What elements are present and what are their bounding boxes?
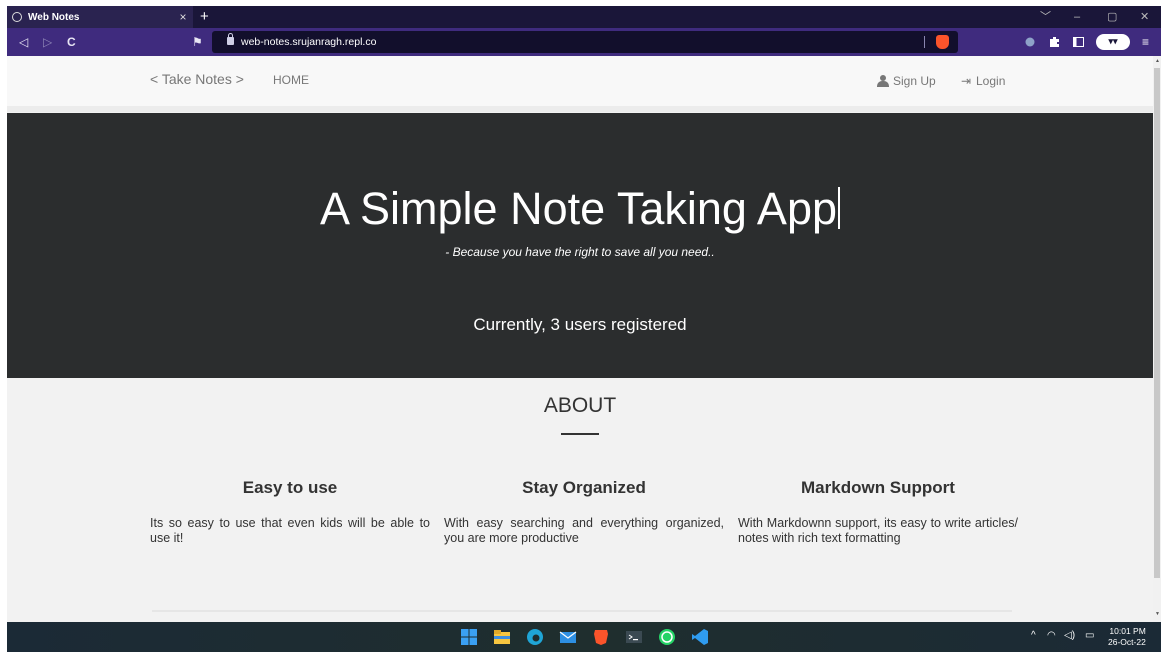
signup-label: Sign Up	[893, 74, 936, 88]
scroll-thumb[interactable]	[1154, 68, 1160, 578]
brave-shields-icon[interactable]	[936, 35, 949, 49]
sidebar-icon[interactable]	[1073, 28, 1084, 56]
close-window-button[interactable]: ✕	[1140, 6, 1149, 28]
file-explorer-icon[interactable]	[493, 628, 511, 646]
battery-icon[interactable]: ▭	[1085, 630, 1094, 641]
about-divider	[561, 433, 599, 435]
private-glasses-icon[interactable]: ▾▾	[1096, 34, 1130, 50]
hero-title-text: A Simple Note Taking App	[320, 183, 837, 234]
whatsapp-icon[interactable]	[658, 628, 676, 646]
login-icon: ⇥	[961, 74, 972, 88]
extension-icon[interactable]	[1025, 28, 1035, 56]
browser-tab-bar: Web Notes × + ﹀ – ▢ ✕	[7, 6, 1161, 28]
tray-chevron-icon[interactable]: ^	[1031, 630, 1036, 641]
scroll-up-icon[interactable]: ▲	[1155, 58, 1160, 64]
edge-icon[interactable]	[526, 628, 544, 646]
address-bar[interactable]: web-notes.srujanragh.repl.co	[212, 31, 958, 53]
terminal-icon[interactable]	[625, 628, 643, 646]
tab-close-icon[interactable]: ×	[173, 6, 193, 28]
tab-search-chevron-icon[interactable]: ﹀	[1040, 6, 1051, 28]
windows-start-icon[interactable]	[460, 628, 478, 646]
screen: Web Notes × + ﹀ – ▢ ✕ ◁ ▷ C ⚑ web-notes.…	[7, 6, 1161, 652]
feature-title: Easy to use	[242, 478, 338, 497]
mail-icon[interactable]	[559, 628, 577, 646]
home-link[interactable]: HOME	[273, 73, 309, 87]
brave-browser-icon[interactable]	[592, 628, 610, 646]
back-button[interactable]: ◁	[19, 28, 28, 56]
restore-button[interactable]: ▢	[1107, 6, 1117, 28]
login-label: Login	[976, 74, 1006, 88]
login-link[interactable]: ⇥ Login	[961, 74, 1005, 88]
user-icon	[877, 75, 889, 87]
hero-title: A Simple Note Taking App	[7, 183, 1153, 235]
vscode-icon[interactable]	[691, 628, 709, 646]
browser-tab[interactable]: Web Notes ×	[7, 6, 193, 28]
signup-link[interactable]: Sign Up	[877, 74, 936, 88]
volume-icon[interactable]: ◁)	[1064, 630, 1075, 641]
minimize-button[interactable]: –	[1074, 6, 1080, 28]
reload-button[interactable]: C	[67, 28, 76, 56]
puzzle-icon[interactable]	[1049, 28, 1060, 56]
clock-date: 26-Oct-22	[1108, 637, 1146, 647]
hero-banner: A Simple Note Taking App - Because you h…	[7, 113, 1153, 378]
globe-icon	[12, 12, 22, 22]
scroll-down-icon[interactable]: ▼	[1155, 611, 1160, 617]
feature-text: With easy searching and everything organ…	[444, 516, 724, 545]
typing-cursor	[838, 187, 840, 229]
windows-taskbar: ^ ◠ ◁) ▭ 10:01 PM 26-Oct-22	[7, 622, 1161, 652]
clock-time: 10:01 PM	[1109, 626, 1146, 636]
hero-tagline: - Because you have the right to save all…	[445, 245, 715, 259]
url-divider	[924, 36, 925, 48]
tab-title: Web Notes	[28, 11, 80, 23]
feature-easy-to-use: Easy to use Its so easy to use that even…	[150, 478, 430, 546]
about-heading: ABOUT	[543, 394, 617, 417]
wifi-icon[interactable]: ◠	[1047, 630, 1056, 641]
about-section: ABOUT Easy to use Its so easy to use tha…	[7, 378, 1153, 622]
feature-title: Markdown Support	[801, 478, 955, 497]
brand-link[interactable]: < Take Notes >	[150, 71, 244, 87]
footer-divider	[152, 610, 1012, 612]
feature-stay-organized: Stay Organized With easy searching and e…	[444, 478, 724, 546]
bookmark-icon[interactable]: ⚑	[192, 28, 203, 56]
browser-toolbar: ◁ ▷ C ⚑ web-notes.srujanragh.repl.co ▾▾ …	[7, 28, 1161, 56]
page-scrollbar[interactable]: ▲ ▼	[1153, 56, 1161, 622]
forward-button[interactable]: ▷	[43, 28, 52, 56]
lock-icon	[227, 33, 234, 45]
user-count: Currently, 3 users registered	[473, 315, 687, 334]
new-tab-button[interactable]: +	[200, 6, 209, 28]
system-clock[interactable]: 10:01 PM 26-Oct-22	[1108, 626, 1146, 648]
feature-title: Stay Organized	[522, 478, 646, 497]
url-text[interactable]: web-notes.srujanragh.repl.co	[241, 31, 376, 53]
feature-markdown-support: Markdown Support With Markdownn support,…	[738, 478, 1018, 546]
site-navbar: < Take Notes > HOME Sign Up ⇥ Login	[7, 56, 1153, 112]
menu-icon[interactable]: ≡	[1142, 28, 1149, 56]
page-viewport: < Take Notes > HOME Sign Up ⇥ Login A Si…	[7, 56, 1153, 622]
feature-text: With Markdownn support, its easy to writ…	[738, 516, 1018, 545]
feature-text: Its so easy to use that even kids will b…	[150, 516, 430, 545]
